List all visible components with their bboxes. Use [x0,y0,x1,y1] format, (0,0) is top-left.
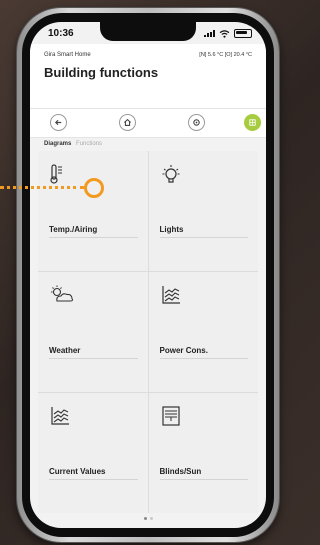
nav-toolbar [30,108,266,138]
tile-label: Weather [49,346,138,359]
tab-functions[interactable]: Functions [76,141,102,147]
tab-diagrams[interactable]: Diagrams [44,141,71,147]
page-indicator [30,517,266,520]
phone-frame: 10:36 Gira Smart Home [N] 5.6 °C [O] 20.… [17,8,279,542]
tile-label: Lights [159,225,248,238]
tile-label: Temp./Airing [49,225,138,238]
view-tabs: Diagrams Functions [44,141,102,147]
signal-icon [204,30,215,37]
tile-label: Blinds/Sun [159,467,248,480]
wifi-icon [219,29,230,38]
battery-icon [234,29,252,38]
chart-icon [51,407,69,425]
thermometer-icon [50,164,62,184]
tile-label: Current Values [49,467,138,480]
status-time: 10:36 [48,28,74,39]
home-icon [123,118,132,127]
page-title: Building functions [44,65,159,80]
app-name: Gira Smart Home [44,52,91,58]
tile-power-cons[interactable]: Power Cons. [148,272,258,392]
page-dot-active[interactable] [143,517,147,520]
tile-lights[interactable]: Lights [148,151,258,271]
callout-marker-icon [84,178,104,198]
settings-icon [193,119,200,126]
tile-temp-airing[interactable]: Temp./Airing [38,151,148,271]
weather-icon [51,285,74,302]
back-arrow-icon [54,119,62,126]
settings-button[interactable] [188,114,205,131]
app-screen: 10:36 Gira Smart Home [N] 5.6 °C [O] 20.… [30,22,266,528]
grid-view-icon [249,119,256,126]
page-dot[interactable] [149,517,153,520]
grid-view-button[interactable] [244,114,261,131]
tile-blinds-sun[interactable]: Blinds/Sun [148,393,258,513]
app-header: Gira Smart Home [N] 5.6 °C [O] 20.4 °C B… [30,44,266,108]
temperature-readout: [N] 5.6 °C [O] 20.4 °C [199,52,252,58]
back-button[interactable] [50,114,67,131]
lightbulb-icon [162,165,179,183]
blinds-icon [161,406,180,426]
tile-current-values[interactable]: Current Values [38,393,148,513]
home-button[interactable] [119,114,136,131]
tile-label: Power Cons. [159,346,248,359]
callout-dotted-line [0,186,84,189]
status-icons [204,29,252,38]
function-grid: Temp./Airing Lights Weather Power Cons. … [38,151,258,513]
chart-icon [161,286,180,304]
tile-weather[interactable]: Weather [38,272,148,392]
phone-notch [100,22,196,41]
